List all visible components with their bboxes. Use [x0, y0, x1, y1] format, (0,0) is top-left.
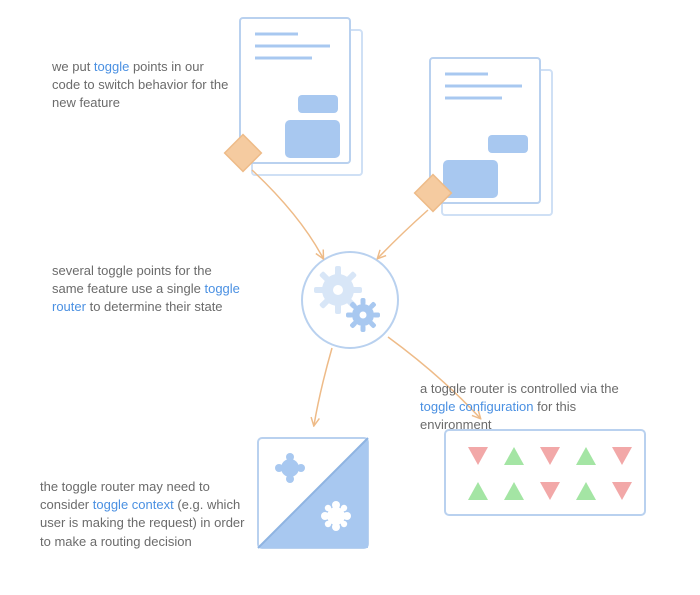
arrow	[314, 348, 332, 425]
toggle-point-diamond-icon	[415, 175, 452, 212]
context-icon	[258, 438, 368, 548]
text-highlight: toggle	[94, 59, 129, 74]
arrow	[252, 170, 323, 258]
caption-toggle-configuration: a toggle router is controlled via the to…	[420, 380, 630, 435]
config-triangles-icon	[445, 430, 645, 515]
caption-toggle-context: the toggle router may need to consider t…	[40, 478, 250, 551]
caption-toggle-points: we put toggle points in our code to swit…	[52, 58, 232, 113]
text: a toggle router is controlled via the	[420, 381, 619, 396]
text-highlight: toggle configuration	[420, 399, 533, 414]
toggle-point-diamond-icon	[225, 135, 262, 172]
gears-icon	[302, 252, 398, 348]
arrow	[378, 210, 428, 258]
text: several toggle points for the same featu…	[52, 263, 212, 296]
document-icon	[240, 18, 362, 175]
caption-toggle-router: several toggle points for the same featu…	[52, 262, 242, 317]
document-icon	[430, 58, 552, 215]
text-highlight: toggle context	[93, 497, 174, 512]
text: we put	[52, 59, 94, 74]
text: to determine their state	[86, 299, 223, 314]
